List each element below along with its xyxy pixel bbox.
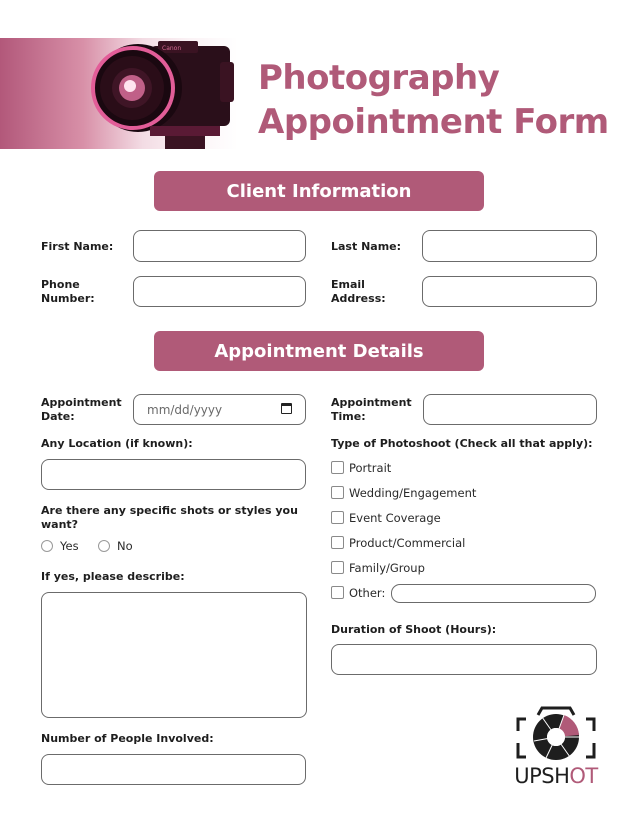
phone-field[interactable] (133, 276, 306, 307)
email-input[interactable] (423, 277, 596, 306)
first-name-input[interactable] (134, 231, 305, 261)
checkbox-product[interactable] (331, 536, 344, 549)
appointment-date-field[interactable]: mm/dd/yyyy (133, 394, 306, 425)
upshot-logo: UPSHOT (512, 705, 600, 791)
section-header-client: Client Information (154, 171, 484, 211)
people-input[interactable] (42, 755, 305, 784)
people-label: Number of People Involved: (41, 732, 214, 745)
photoshoot-type-label: Type of Photoshoot (Check all that apply… (331, 437, 593, 450)
time-label-line1: Appointment (331, 396, 412, 409)
shots-question-line1: Are there any specific shots or styles y… (41, 504, 298, 517)
phone-label-line2: Number: (41, 292, 95, 305)
checkbox-product-label: Product/Commercial (349, 536, 466, 550)
radio-yes[interactable] (41, 540, 53, 552)
email-field[interactable] (422, 276, 597, 307)
phone-label-line1: Phone (41, 278, 80, 291)
radio-no[interactable] (98, 540, 110, 552)
logo-text-accent: OT (569, 764, 598, 788)
appointment-time-label: Appointment Time: (331, 396, 412, 424)
email-label-line1: Email (331, 278, 365, 291)
other-field[interactable] (391, 584, 596, 604)
checkbox-other[interactable] (331, 586, 344, 599)
camera-icon: Canon (91, 41, 234, 149)
checkbox-other-label: Other: (349, 586, 386, 600)
phone-input[interactable] (134, 277, 305, 306)
last-name-label: Last Name: (331, 240, 402, 253)
phone-label: Phone Number: (41, 278, 95, 306)
logo-wordmark: UPSHOT (512, 763, 600, 789)
describe-label: If yes, please describe: (41, 570, 185, 583)
calendar-icon[interactable] (281, 403, 292, 414)
date-label-line2: Date: (41, 410, 75, 423)
radio-no-label: No (117, 539, 133, 553)
camera-aperture-icon (516, 706, 596, 760)
page-title: Photography Appointment Form (258, 56, 609, 144)
last-name-input[interactable] (423, 231, 596, 261)
other-input[interactable] (392, 586, 595, 604)
appointment-date-label: Appointment Date: (41, 396, 122, 424)
people-field[interactable] (41, 754, 306, 785)
checkbox-wedding[interactable] (331, 486, 344, 499)
date-placeholder: mm/dd/yyyy (147, 403, 223, 417)
checkbox-family-label: Family/Group (349, 561, 425, 575)
location-field[interactable] (41, 459, 306, 490)
describe-textarea[interactable] (42, 593, 306, 717)
location-label: Any Location (if known): (41, 437, 193, 450)
describe-field[interactable] (41, 592, 307, 718)
title-line-2: Appointment Form (258, 102, 609, 142)
last-name-field[interactable] (422, 230, 597, 262)
logo-text-dark: UPSH (514, 764, 570, 788)
checkbox-event-label: Event Coverage (349, 511, 441, 525)
radio-yes-label: Yes (60, 539, 79, 553)
checkbox-event[interactable] (331, 511, 344, 524)
title-line-1: Photography (258, 58, 500, 98)
checkbox-portrait-label: Portrait (349, 461, 392, 475)
duration-label: Duration of Shoot (Hours): (331, 623, 497, 636)
date-label-line1: Appointment (41, 396, 122, 409)
first-name-label: First Name: (41, 240, 114, 253)
duration-input[interactable] (332, 645, 596, 674)
email-label-line2: Address: (331, 292, 386, 305)
appointment-time-field[interactable] (423, 394, 597, 425)
camera-hero-image: Canon (0, 38, 238, 149)
duration-field[interactable] (331, 644, 597, 675)
section-header-appointment: Appointment Details (154, 331, 484, 371)
svg-text:Canon: Canon (162, 45, 181, 52)
location-input[interactable] (42, 460, 305, 489)
shots-question: Are there any specific shots or styles y… (41, 504, 298, 532)
time-label-line2: Time: (331, 410, 366, 423)
email-label: Email Address: (331, 278, 386, 306)
shots-question-line2: want? (41, 518, 79, 531)
checkbox-portrait[interactable] (331, 461, 344, 474)
appointment-time-input[interactable] (424, 395, 596, 424)
checkbox-family[interactable] (331, 561, 344, 574)
checkbox-wedding-label: Wedding/Engagement (349, 486, 477, 500)
first-name-field[interactable] (133, 230, 306, 262)
